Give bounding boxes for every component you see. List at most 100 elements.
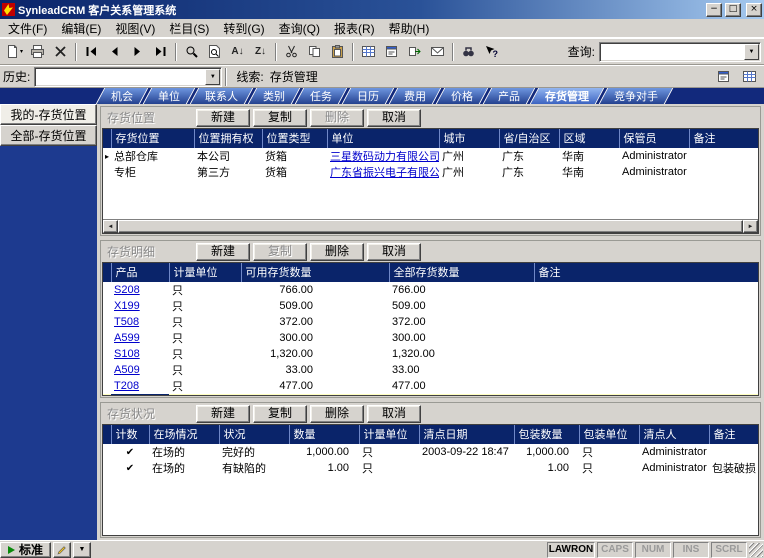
column-header[interactable]: 保管员 [618,129,689,148]
table-cell[interactable]: S208 [111,282,169,298]
menu-item[interactable]: 查询(Q) [272,18,327,39]
query-combo-dropdown-button[interactable]: ▼ [744,43,759,60]
location-new-button[interactable]: 新建 [196,108,250,127]
table-cell[interactable]: 只 [359,460,419,476]
table-cell[interactable] [534,346,758,362]
table-cell[interactable]: 300.00 [241,330,389,346]
tab-item[interactable]: 类别 [247,88,301,104]
prev-record-button[interactable] [103,41,126,63]
menu-item[interactable]: 文件(F) [1,18,54,39]
table-cell[interactable]: Administrator [619,148,689,164]
table-cell[interactable]: 300.00 [389,330,534,346]
table-cell[interactable]: 477.00 [241,378,389,394]
column-header[interactable]: 计量单位 [358,425,419,444]
detail-copy-button[interactable]: 复制 [253,242,307,261]
table-cell[interactable]: T508 [111,314,169,330]
table-cell[interactable]: 372.00 [241,314,389,330]
mail-button[interactable] [426,41,449,63]
history-combo[interactable]: ▼ [34,66,223,87]
menu-item[interactable]: 帮助(H) [382,18,437,39]
table-cell[interactable]: 1,000.00 [514,444,579,460]
table-row[interactable]: ▸ 总部仓库 本公司 货箱 三星数码动力有限公司 广州 广东 华南 Administrator [103,148,758,164]
table-cell[interactable]: 华南 [559,148,619,164]
table-cell[interactable]: 766.00 [241,282,389,298]
column-header[interactable]: 计量单位 [168,263,241,282]
table-cell[interactable] [419,460,514,476]
column-header[interactable]: 全部存货数量 [388,263,534,282]
column-header[interactable]: 状况 [218,425,289,444]
table-cell[interactable] [709,444,758,460]
column-header[interactable]: 位置拥有权 [193,129,262,148]
column-header[interactable]: 存货位置 [110,129,194,148]
tab-item[interactable]: 存货管理 [529,88,605,104]
status-delete-button[interactable]: 删除 [310,404,364,423]
location-table[interactable]: 存货位置 位置拥有权 位置类型 单位 城市 省/自治区 区域 保管员 备注 ▸ 总部仓库 本公司 货箱… [103,129,758,180]
tab-item[interactable]: 机会 [95,88,149,104]
table-cell[interactable]: 本公司 [194,148,262,164]
table-cell[interactable] [103,378,111,394]
find-button[interactable] [457,41,480,63]
column-header[interactable]: 城市 [438,129,499,148]
scroll-right-button[interactable]: ► [743,220,758,233]
table-cell[interactable] [534,298,758,314]
cut-button[interactable] [280,41,303,63]
column-header[interactable]: 备注 [533,263,758,282]
copy-button[interactable] [303,41,326,63]
tab-item[interactable]: 任务 [294,88,348,104]
table-cell[interactable]: 广东省振兴电子有限公司 [327,164,439,180]
column-header[interactable]: 备注 [688,129,758,148]
table-cell[interactable]: 广东 [499,164,559,180]
new-button[interactable]: ▾ [3,41,26,63]
menu-item[interactable]: 栏目(S) [162,18,216,39]
tab-item[interactable]: 费用 [388,88,442,104]
table-cell[interactable]: 只 [579,460,639,476]
table-cell[interactable] [689,148,758,164]
table-cell[interactable]: 477.00 [389,378,534,394]
tab-item[interactable]: 竞争对手 [598,88,674,104]
menu-item[interactable]: 报表(R) [327,18,382,39]
options-button[interactable]: ▼ [73,541,92,558]
tab-item[interactable]: 联系人 [189,88,254,104]
column-header[interactable]: 备注 [708,425,758,444]
column-header[interactable]: 产品 [110,263,169,282]
column-header[interactable]: 清点人 [638,425,709,444]
first-record-button[interactable] [80,41,103,63]
minimize-button[interactable]: − [706,2,722,17]
horizontal-scrollbar[interactable]: ◄ ► [103,219,758,233]
table-cell[interactable]: 有缺陷的 [219,460,289,476]
close-button[interactable]: × [746,2,762,17]
table-cell[interactable]: Administrator [619,164,689,180]
table-cell[interactable] [103,346,111,362]
status-new-button[interactable]: 新建 [196,404,250,423]
detail-delete-button[interactable]: 删除 [310,242,364,261]
status-table[interactable]: 计数 在场情况 状况 数量 计量单位 清点日期 包装数量 包装单位 清点人 备注 ✔ 在场的 完好的 1… [103,425,758,476]
table-cell[interactable]: A509 [111,362,169,378]
table-cell[interactable]: 只 [169,346,241,362]
table-cell[interactable]: T208 [111,378,169,394]
table-cell[interactable]: 华南 [559,164,619,180]
table-cell[interactable]: 货箱 [262,148,327,164]
table-row[interactable]: ▸P408只1,001.001,001.00 [103,394,758,395]
title-bar[interactable]: SynleadCRM 客户关系管理系统 − □ × [0,0,764,19]
table-cell[interactable]: 1,320.00 [241,346,389,362]
table-cell[interactable]: 广东 [499,148,559,164]
menu-item[interactable]: 编辑(E) [54,18,108,39]
table-cell[interactable]: A599 [111,330,169,346]
column-header[interactable]: 包装单位 [578,425,639,444]
table-cell[interactable]: 总部仓库 [111,148,194,164]
table-cell[interactable]: 1,001.00 [389,394,534,395]
detail-cancel-button[interactable]: 取消 [367,242,421,261]
delete-button[interactable] [49,41,72,63]
maximize-button[interactable]: □ [725,2,741,17]
table-cell[interactable]: ✔ [111,444,149,460]
table-cell[interactable]: 509.00 [241,298,389,314]
table-cell[interactable]: 货箱 [262,164,327,180]
table-cell[interactable]: 只 [359,444,419,460]
table-row[interactable]: X199 只 509.00 509.00 [103,298,758,314]
table-cell[interactable] [534,330,758,346]
table-cell[interactable]: 只 [169,330,241,346]
table-cell[interactable]: 766.00 [389,282,534,298]
table-cell[interactable]: 第三方 [194,164,262,180]
table-row[interactable]: S108 只 1,320.00 1,320.00 [103,346,758,362]
column-header[interactable]: 数量 [288,425,359,444]
